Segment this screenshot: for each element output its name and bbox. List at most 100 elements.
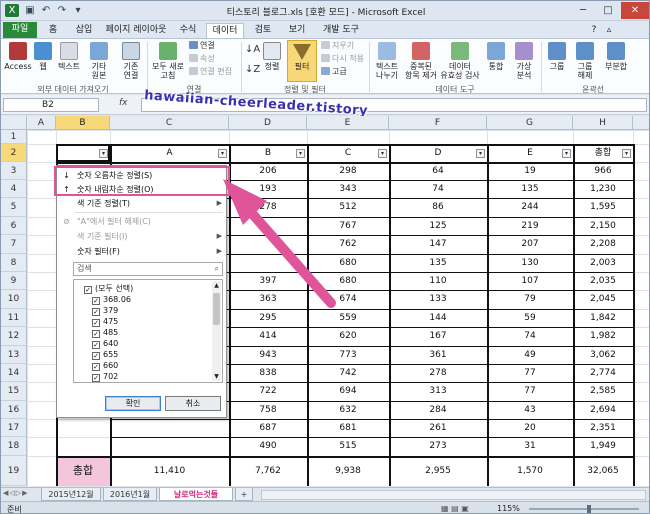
row-header-13[interactable]: 13	[1, 346, 27, 364]
horizontal-scrollbar[interactable]	[261, 490, 646, 500]
filter-value-item[interactable]: ✓ (모두 선택)	[84, 283, 133, 294]
what-if-button[interactable]: 가상 분석	[511, 42, 537, 80]
sort-by-color-item[interactable]: 색 기준 정렬(T) ▶	[57, 196, 226, 211]
properties-button[interactable]: 속성	[189, 54, 215, 64]
sheet-tab-active[interactable]: 날로먹는것들	[159, 488, 233, 501]
tab-page-layout[interactable]: 페이지 레이아웃	[103, 23, 169, 38]
help-icon[interactable]: ?	[587, 23, 601, 38]
column-header-a[interactable]: A	[27, 116, 56, 130]
tab-home[interactable]: 홈	[41, 23, 65, 38]
row-header-19[interactable]: 19	[1, 456, 27, 486]
row-header-14[interactable]: 14	[1, 364, 27, 382]
sheet-tab-2015-12[interactable]: 2015년12월	[41, 488, 101, 501]
view-mode-icons[interactable]: ▦ ▤ ▣	[441, 504, 469, 513]
filter-values-list[interactable]: ✓ (모두 선택) ✓ 368.06 ✓ 379 ✓ 475 ✓ 485 ✓ 640 ✓ 655 ✓ 660 ✓…	[73, 279, 223, 383]
row-header-2[interactable]: 2	[1, 144, 27, 162]
filter-value-item[interactable]: ✓ 640	[92, 338, 118, 349]
data-validation-button[interactable]: 데이터 유효성 검사	[439, 42, 481, 80]
row-header-3[interactable]: 3	[1, 162, 27, 180]
web-button[interactable]: 웹	[33, 42, 53, 71]
tab-view[interactable]: 보기	[282, 23, 312, 38]
filter-button[interactable]: 필터	[287, 40, 317, 82]
tab-file[interactable]: 파일	[3, 22, 37, 38]
filter-dropdown-button[interactable]: ▾	[378, 149, 387, 158]
fx-icon[interactable]: fx	[119, 98, 128, 108]
row-header-12[interactable]: 12	[1, 327, 27, 346]
column-header-overflow[interactable]	[633, 116, 649, 130]
checkbox-checked-icon[interactable]: ✓	[92, 374, 100, 382]
number-filter-item[interactable]: 숫자 필터(F) ▶	[57, 244, 226, 259]
header-cell-4[interactable]: E	[487, 144, 573, 162]
tab-data[interactable]: 데이터	[206, 23, 244, 38]
filter-by-color-item[interactable]: 색 기준 필터(I) ▶	[57, 229, 226, 244]
tab-developer[interactable]: 개발 도구	[316, 23, 366, 38]
row-header-7[interactable]: 7	[1, 235, 27, 254]
row-header-10[interactable]: 10	[1, 290, 27, 309]
filter-value-item[interactable]: ✓ 379	[92, 305, 118, 316]
checkbox-checked-icon[interactable]: ✓	[84, 286, 92, 294]
advanced-button[interactable]: 고급	[321, 67, 347, 77]
zoom-slider[interactable]	[529, 508, 639, 510]
filter-value-item[interactable]: ✓ 485	[92, 327, 118, 338]
cancel-button[interactable]: 취소	[165, 396, 221, 411]
column-header-g[interactable]: G	[487, 116, 573, 130]
other-sources-button[interactable]: 기타 원본	[85, 42, 113, 80]
row-header-18[interactable]: 18	[1, 437, 27, 456]
checkbox-checked-icon[interactable]: ✓	[92, 363, 100, 371]
subtotal-button[interactable]: 부분합	[601, 42, 631, 71]
header-cell-3[interactable]: D	[389, 144, 487, 162]
checkbox-checked-icon[interactable]: ✓	[92, 352, 100, 360]
consolidate-button[interactable]: 통합	[485, 42, 507, 71]
checkbox-checked-icon[interactable]: ✓	[92, 341, 100, 349]
group-button[interactable]: 그룹	[545, 42, 569, 71]
column-header-b[interactable]: B	[56, 116, 110, 130]
filter-dropdown-button[interactable]: ▾	[622, 149, 631, 158]
filter-search-input[interactable]: 검색 ⌕	[73, 262, 223, 276]
sort-az-icon[interactable]: ↓A	[245, 45, 260, 55]
row-header-17[interactable]: 17	[1, 419, 27, 437]
row-header-16[interactable]: 16	[1, 401, 27, 419]
checkbox-checked-icon[interactable]: ✓	[92, 330, 100, 338]
row-header-9[interactable]: 9	[1, 272, 27, 290]
row-header-1[interactable]: 1	[1, 130, 27, 144]
sheet-nav-icons[interactable]: ◀◁▷▶	[3, 489, 29, 497]
clear-filter-item[interactable]: ⊘ "A"에서 필터 해제(C)	[57, 214, 226, 229]
connections-button[interactable]: 연결	[189, 41, 215, 51]
row-header-6[interactable]: 6	[1, 217, 27, 235]
access-button[interactable]: Access	[4, 42, 32, 71]
edit-links-button[interactable]: 연결 편집	[189, 67, 232, 77]
select-all-corner[interactable]	[1, 116, 27, 130]
text-to-columns-button[interactable]: 텍스트 나누기	[371, 42, 403, 80]
filter-dropdown-button[interactable]: ▾	[476, 149, 485, 158]
ok-button[interactable]: 확인	[105, 396, 161, 411]
row-header-15[interactable]: 15	[1, 382, 27, 401]
remove-duplicates-button[interactable]: 중복된 항목 제거	[404, 42, 438, 80]
maximize-button[interactable]: □	[596, 2, 620, 19]
filter-dropdown-button[interactable]: ▾	[218, 149, 227, 158]
ungroup-button[interactable]: 그룹 해제	[573, 42, 597, 80]
sort-za-icon[interactable]: ↓Z	[245, 65, 260, 75]
filter-value-item[interactable]: ✓ 660	[92, 360, 118, 371]
scroll-down-icon[interactable]: ▼	[212, 372, 221, 381]
sort-button[interactable]: 정렬	[261, 42, 283, 71]
header-cell-0[interactable]: A	[110, 144, 229, 162]
column-header-f[interactable]: F	[389, 116, 487, 130]
sheet-tab-2016-01[interactable]: 2016년1월	[103, 488, 157, 501]
close-button[interactable]: ✕	[621, 2, 649, 19]
new-sheet-icon[interactable]: +	[235, 488, 253, 501]
text-button[interactable]: 텍스트	[55, 42, 83, 71]
ribbon-minimize-icon[interactable]: ▵	[603, 23, 615, 38]
reapply-button[interactable]: 다시 적용	[321, 54, 364, 64]
filter-value-item[interactable]: ✓ 368.06	[92, 294, 131, 305]
tab-formulas[interactable]: 수식	[173, 23, 203, 38]
minimize-button[interactable]: ─	[571, 2, 595, 19]
row-header-5[interactable]: 5	[1, 198, 27, 217]
filter-value-item[interactable]: ✓ 655	[92, 349, 118, 360]
tab-insert[interactable]: 삽입	[69, 23, 99, 38]
column-header-h[interactable]: H	[573, 116, 633, 130]
checkbox-checked-icon[interactable]: ✓	[92, 319, 100, 327]
filter-dropdown-button[interactable]: ▾	[296, 149, 305, 158]
row-header-11[interactable]: 11	[1, 309, 27, 327]
refresh-all-button[interactable]: 모두 새로 고침	[151, 42, 185, 80]
existing-connections-button[interactable]: 기존 연결	[117, 42, 145, 80]
